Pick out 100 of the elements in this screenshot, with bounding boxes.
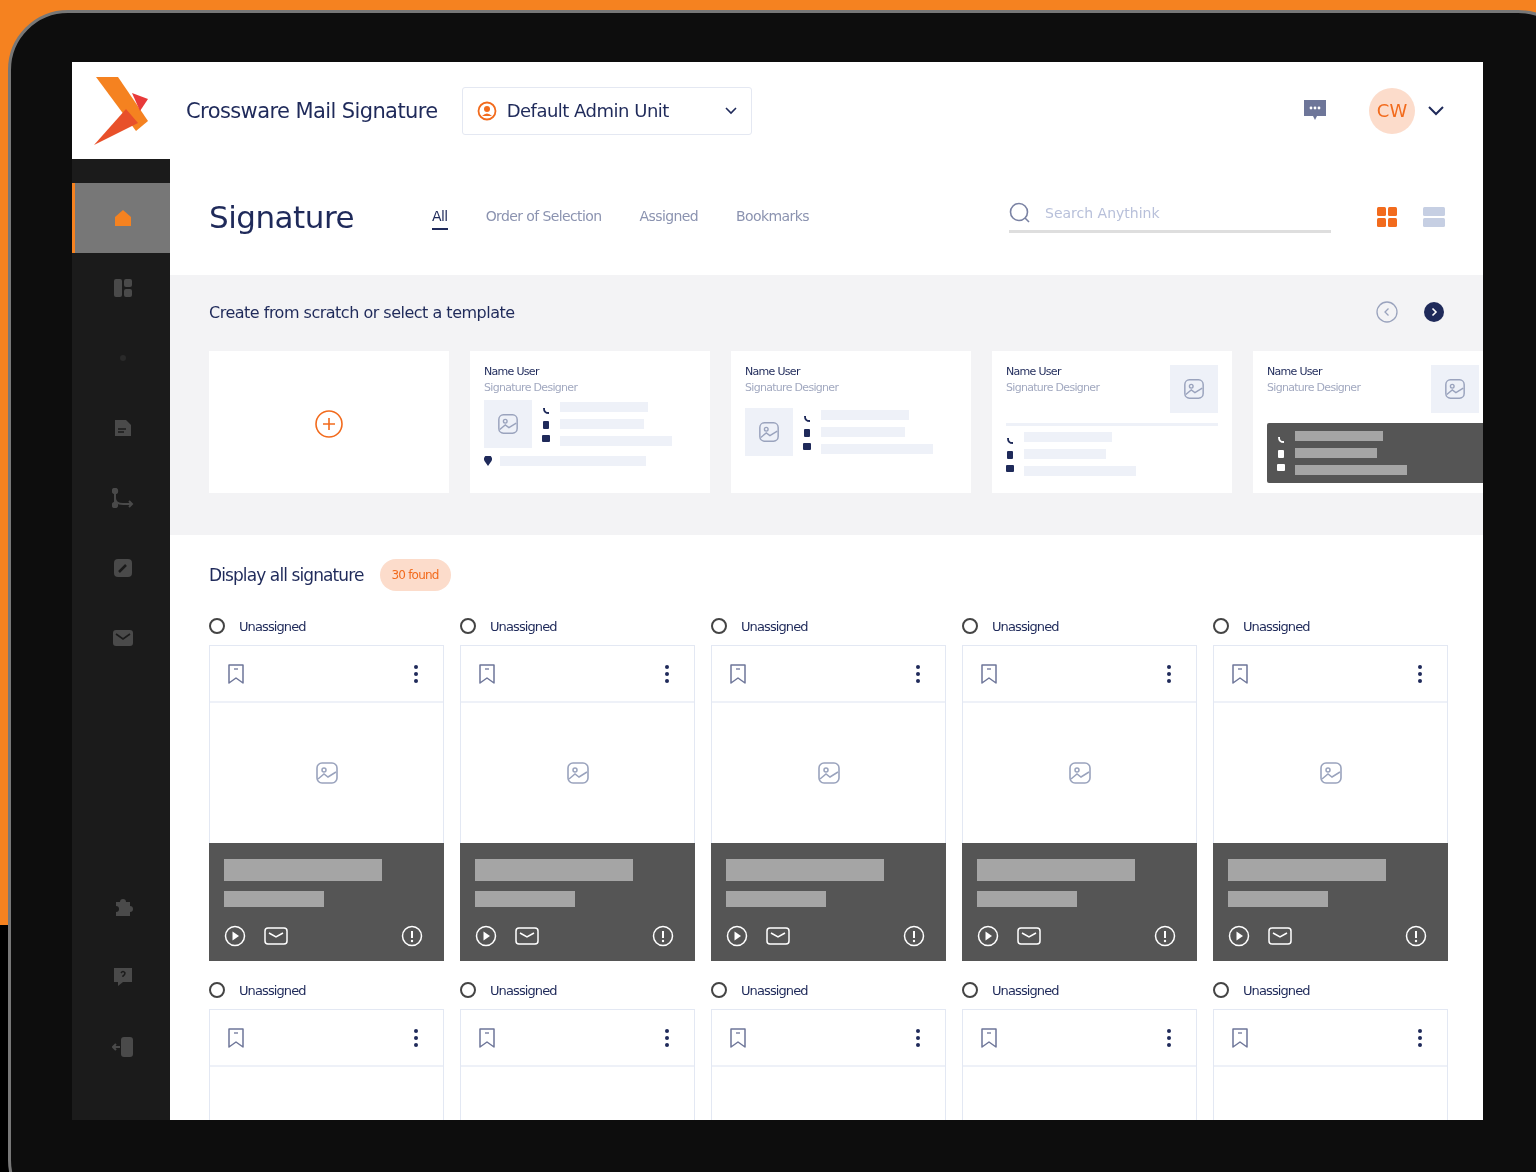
radio-button[interactable] (460, 982, 476, 998)
info-icon[interactable] (903, 925, 925, 947)
play-icon[interactable] (1228, 925, 1250, 947)
play-icon[interactable] (224, 925, 246, 947)
mail-icon[interactable] (515, 926, 539, 946)
info-icon[interactable] (652, 925, 674, 947)
bookmark-icon[interactable] (226, 1026, 246, 1049)
mail-icon[interactable] (766, 926, 790, 946)
radio-button[interactable] (1213, 982, 1229, 998)
more-options-icon[interactable] (1417, 663, 1423, 684)
play-icon[interactable] (475, 925, 497, 947)
edit-icon (112, 558, 133, 578)
phone-icon (1277, 435, 1285, 444)
more-options-icon[interactable] (1417, 1027, 1423, 1048)
status-label: Unassigned (741, 982, 808, 998)
template-name: Name User (484, 365, 541, 378)
admin-unit-dropdown[interactable]: Default Admin Unit (461, 86, 752, 135)
logo-icon (92, 74, 150, 147)
bookmark-icon[interactable] (979, 1026, 999, 1049)
next-button[interactable] (1423, 301, 1445, 323)
status-label: Unassigned (741, 618, 808, 634)
mail-icon (803, 442, 811, 450)
play-icon[interactable] (977, 925, 999, 947)
template-card[interactable]: Name User Signature Designer (470, 351, 710, 493)
template-card[interactable]: Name User Signature Designer (731, 351, 971, 493)
mail-icon[interactable] (264, 926, 288, 946)
mobile-icon (1278, 449, 1284, 458)
home-icon (112, 208, 133, 228)
more-options-icon[interactable] (1166, 1027, 1172, 1048)
template-role: Signature Designer (1006, 381, 1100, 394)
template-card[interactable]: Name User Signature Designer (992, 351, 1232, 493)
status-label: Unassigned (239, 982, 306, 998)
flow-icon (111, 488, 134, 508)
template-name: Name User (1267, 365, 1324, 378)
more-options-icon[interactable] (664, 1027, 670, 1048)
bookmark-icon[interactable] (1230, 1026, 1250, 1049)
count-badge: 30 found (379, 559, 451, 591)
template-card[interactable]: Name User Signature Designer (1253, 351, 1483, 493)
signature-card[interactable] (460, 645, 695, 961)
phone-icon (542, 406, 550, 415)
page-title: Signature (209, 199, 355, 235)
mobile-icon (1007, 450, 1013, 459)
radio-button[interactable] (711, 618, 727, 634)
bookmark-icon[interactable] (477, 1026, 497, 1049)
location-pin-icon (484, 456, 492, 466)
more-options-icon[interactable] (413, 663, 419, 684)
bookmark-icon[interactable] (728, 662, 748, 685)
bookmark-icon[interactable] (1230, 662, 1250, 685)
account-menu-button[interactable] (1427, 104, 1445, 117)
phone-icon (803, 414, 811, 423)
image-icon (1183, 378, 1205, 400)
radio-button[interactable] (209, 618, 225, 634)
info-icon[interactable] (1154, 925, 1176, 947)
mail-icon (111, 629, 134, 647)
plus-circle-icon (314, 409, 344, 439)
tab[interactable]: All (432, 204, 448, 230)
signature-card[interactable] (711, 645, 946, 961)
mobile-icon (804, 428, 810, 437)
template-role: Signature Designer (484, 381, 578, 394)
radio-button[interactable] (209, 982, 225, 998)
mail-icon[interactable] (1017, 926, 1041, 946)
bookmark-icon[interactable] (226, 662, 246, 685)
phone-icon (1006, 436, 1014, 445)
bookmark-icon[interactable] (979, 662, 999, 685)
signature-card[interactable] (962, 645, 1197, 961)
info-icon[interactable] (401, 925, 423, 947)
radio-button[interactable] (962, 982, 978, 998)
image-icon (314, 761, 339, 785)
section-heading: Create from scratch or select a template (209, 302, 515, 322)
signature-card[interactable] (209, 645, 444, 961)
radio-button[interactable] (962, 618, 978, 634)
more-options-icon[interactable] (915, 663, 921, 684)
bookmark-icon[interactable] (728, 1026, 748, 1049)
chevron-down-icon (724, 106, 737, 115)
play-icon[interactable] (726, 925, 748, 947)
radio-button[interactable] (460, 618, 476, 634)
status-label: Unassigned (490, 982, 557, 998)
status-label: Unassigned (992, 618, 1059, 634)
signature-card[interactable] (1213, 645, 1448, 961)
mobile-icon (543, 420, 549, 429)
grid-view-button[interactable] (1377, 207, 1397, 227)
section-heading: Display all signature (209, 565, 364, 585)
radio-button[interactable] (711, 982, 727, 998)
user-circle-icon (476, 100, 497, 121)
mail-icon[interactable] (1268, 926, 1292, 946)
mail-icon (542, 434, 550, 442)
image-icon (565, 761, 590, 785)
more-options-icon[interactable] (915, 1027, 921, 1048)
more-options-icon[interactable] (413, 1027, 419, 1048)
info-icon[interactable] (1405, 925, 1427, 947)
image-icon (1067, 761, 1092, 785)
template-role: Signature Designer (745, 381, 839, 394)
template-name: Name User (1006, 365, 1063, 378)
app-title: Crossware Mail Signature (186, 98, 438, 123)
bookmark-icon[interactable] (477, 662, 497, 685)
logout-icon (111, 1036, 134, 1058)
more-options-icon[interactable] (1166, 663, 1172, 684)
more-options-icon[interactable] (664, 663, 670, 684)
radio-button[interactable] (1213, 618, 1229, 634)
image-icon (816, 761, 841, 785)
